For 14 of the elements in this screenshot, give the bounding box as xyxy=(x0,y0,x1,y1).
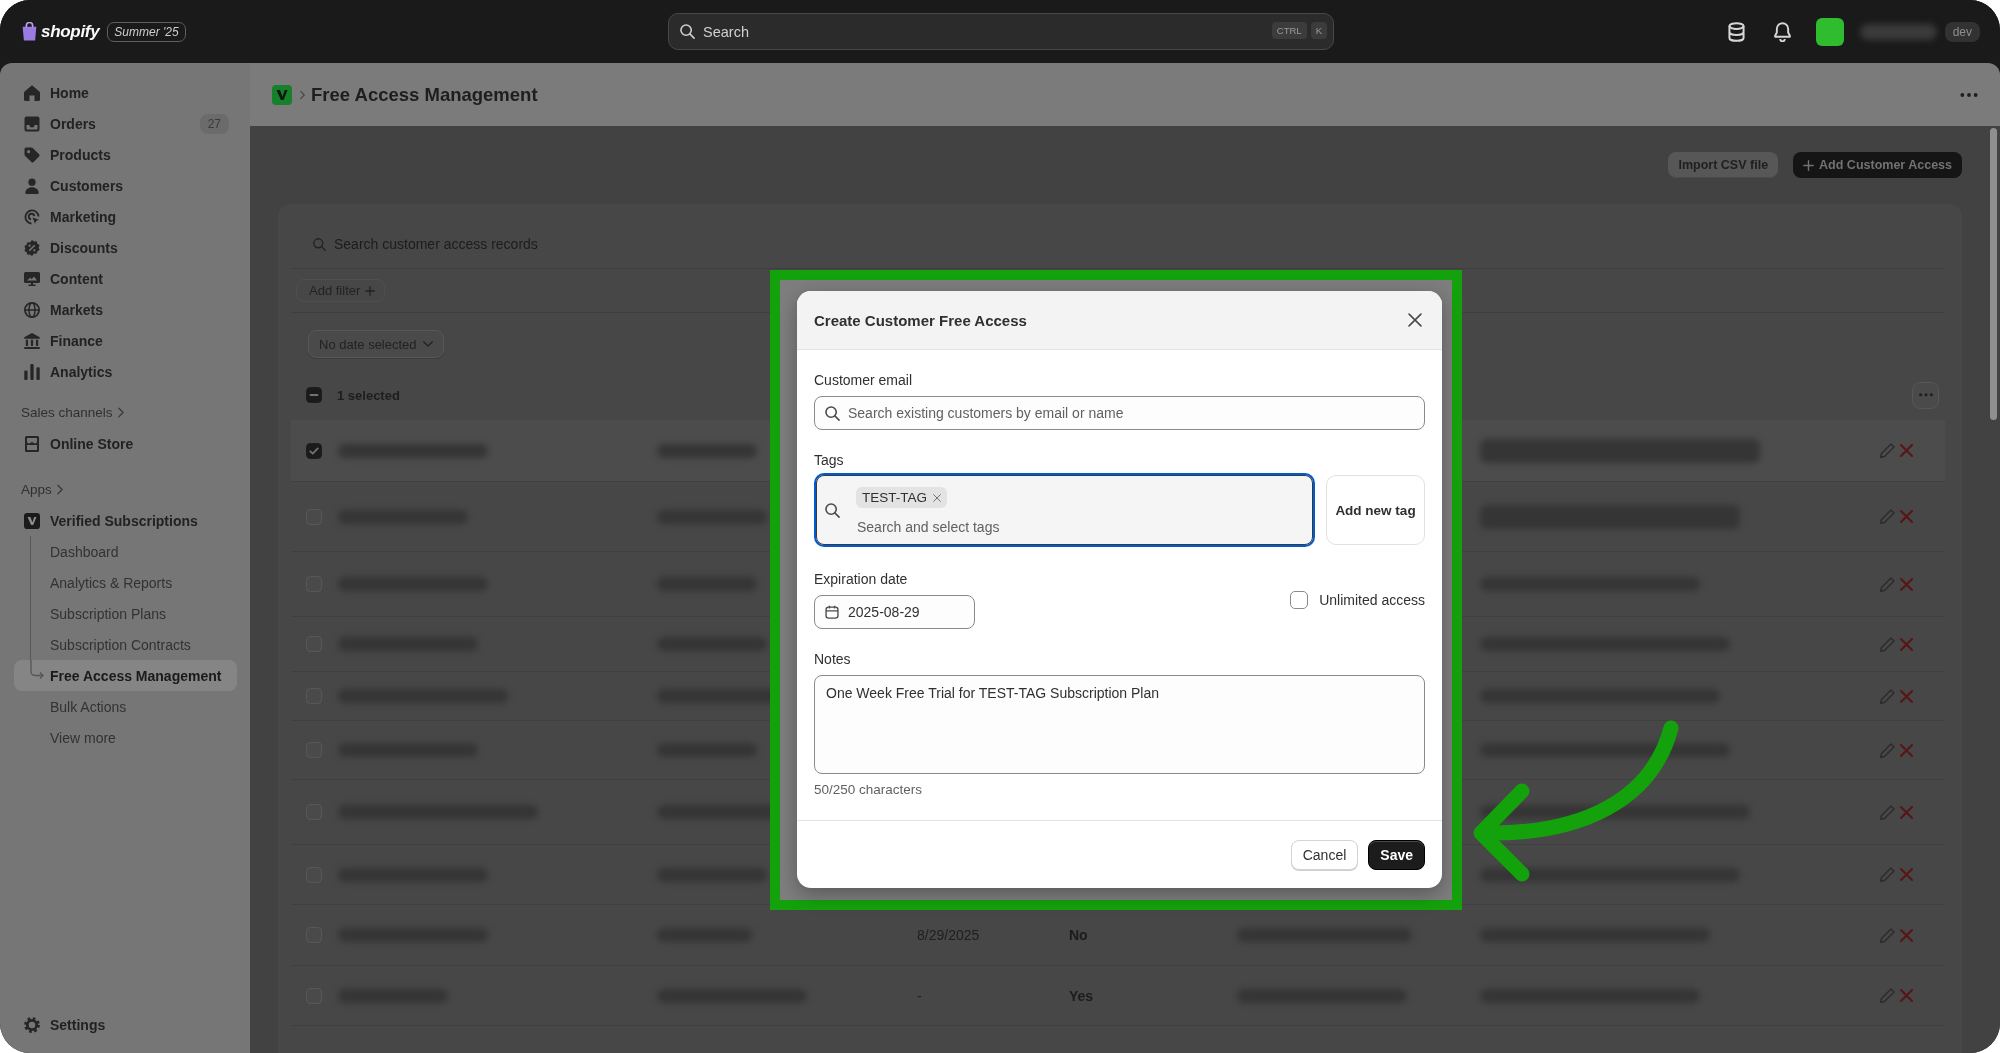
environment-badge: dev xyxy=(1944,21,1980,42)
character-counter: 50/250 characters xyxy=(814,781,924,799)
field-label: Expiration date xyxy=(814,571,908,587)
shortcut-key: CTRL xyxy=(1271,22,1307,39)
page-title: Free Access Management xyxy=(311,83,538,106)
date-text: - xyxy=(917,987,922,1004)
field-label: Notes xyxy=(814,650,852,668)
tag-label: TEST-TAG xyxy=(862,490,927,505)
field-label: Customer email xyxy=(814,371,914,389)
logo-text: shopify xyxy=(41,21,100,42)
checkbox-label: Unlimited access xyxy=(1319,591,1425,608)
edition-badge: Summer '25 xyxy=(107,21,186,42)
field-label: Tags xyxy=(814,451,845,469)
dialog-title: Create Customer Free Access xyxy=(814,311,1027,329)
